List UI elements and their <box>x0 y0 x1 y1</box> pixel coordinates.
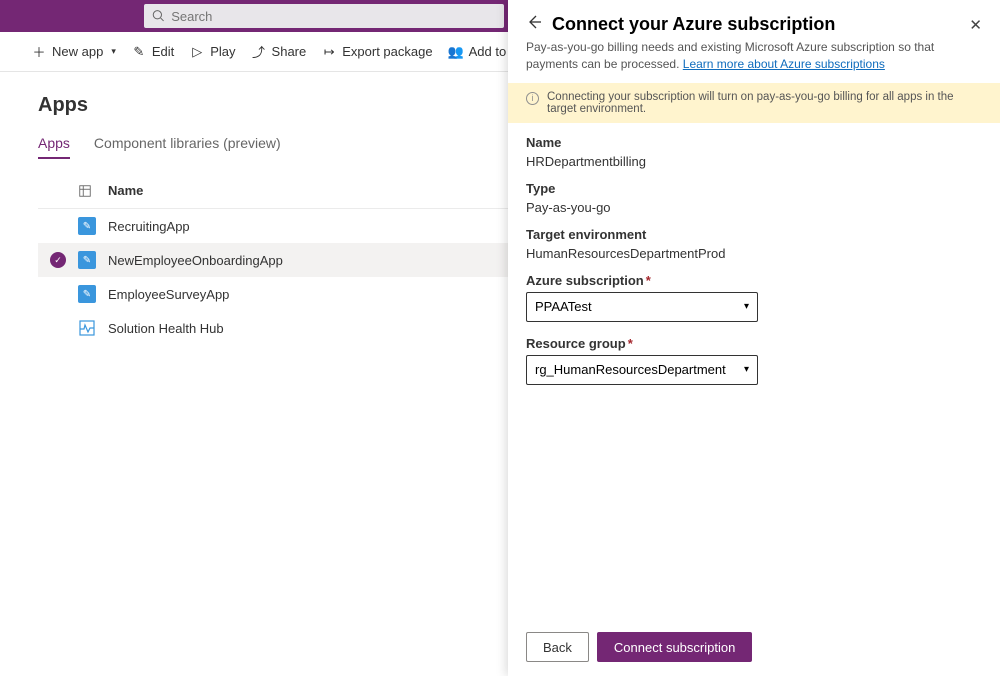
search-box[interactable] <box>144 4 504 28</box>
export-button[interactable]: ↦ Export package <box>322 44 432 59</box>
pencil-icon: ✎ <box>132 45 146 59</box>
tab-component-libraries[interactable]: Component libraries (preview) <box>94 135 281 159</box>
side-panel: Connect your Azure subscription ✕ Pay-as… <box>508 0 1000 676</box>
teams-icon: 👥 <box>449 45 463 59</box>
back-button[interactable]: Back <box>526 632 589 662</box>
learn-more-link[interactable]: Learn more about Azure subscriptions <box>683 57 885 71</box>
chevron-down-icon: ▾ <box>111 46 116 57</box>
play-label: Play <box>210 44 235 59</box>
subscription-dropdown[interactable]: PPAATest ▾ <box>526 292 758 322</box>
env-field-label: Target environment <box>526 227 982 242</box>
app-icon: ✎ <box>78 251 96 269</box>
share-button[interactable]: ⤴ Share <box>252 44 307 59</box>
panel-subtitle: Pay-as-you-go billing needs and existing… <box>508 37 1000 83</box>
type-field-label: Type <box>526 181 982 196</box>
health-icon <box>78 319 96 337</box>
search-input[interactable] <box>171 9 496 24</box>
play-button[interactable]: ▷ Play <box>190 44 235 59</box>
type-field-value: Pay-as-you-go <box>526 200 982 215</box>
info-icon: i <box>526 92 539 105</box>
name-field-label: Name <box>526 135 982 150</box>
type-column-icon[interactable] <box>78 184 108 198</box>
chevron-down-icon: ▾ <box>744 364 749 375</box>
new-app-label: New app <box>52 44 103 59</box>
panel-title: Connect your Azure subscription <box>552 14 959 35</box>
share-label: Share <box>272 44 307 59</box>
edit-button[interactable]: ✎ Edit <box>132 44 174 59</box>
edit-label: Edit <box>152 44 174 59</box>
rg-field-label: Resource group* <box>526 336 982 351</box>
chevron-down-icon: ▾ <box>744 301 749 312</box>
connect-button[interactable]: Connect subscription <box>597 632 752 662</box>
info-text: Connecting your subscription will turn o… <box>547 91 982 115</box>
plus-icon: ＋ <box>32 45 46 59</box>
close-icon[interactable]: ✕ <box>969 16 982 34</box>
panel-footer: Back Connect subscription <box>508 618 1000 676</box>
selected-check-icon[interactable]: ✓ <box>50 252 66 268</box>
env-field-value: HumanResourcesDepartmentProd <box>526 246 982 261</box>
subscription-value: PPAATest <box>535 299 592 314</box>
name-field-value: HRDepartmentbilling <box>526 154 982 169</box>
subscription-field-label: Azure subscription* <box>526 273 982 288</box>
app-icon: ✎ <box>78 217 96 235</box>
tab-apps[interactable]: Apps <box>38 135 70 159</box>
export-icon: ↦ <box>322 45 336 59</box>
export-label: Export package <box>342 44 432 59</box>
info-banner: i Connecting your subscription will turn… <box>508 83 1000 123</box>
play-icon: ▷ <box>190 45 204 59</box>
rg-value: rg_HumanResourcesDepartment <box>535 362 726 377</box>
panel-body: Name HRDepartmentbilling Type Pay-as-you… <box>508 123 1000 409</box>
app-icon: ✎ <box>78 285 96 303</box>
resource-group-dropdown[interactable]: rg_HumanResourcesDepartment ▾ <box>526 355 758 385</box>
search-icon <box>152 9 165 23</box>
share-icon: ⤴ <box>252 45 266 59</box>
back-arrow-icon[interactable] <box>526 14 542 35</box>
new-app-button[interactable]: ＋ New app ▾ <box>32 44 116 59</box>
